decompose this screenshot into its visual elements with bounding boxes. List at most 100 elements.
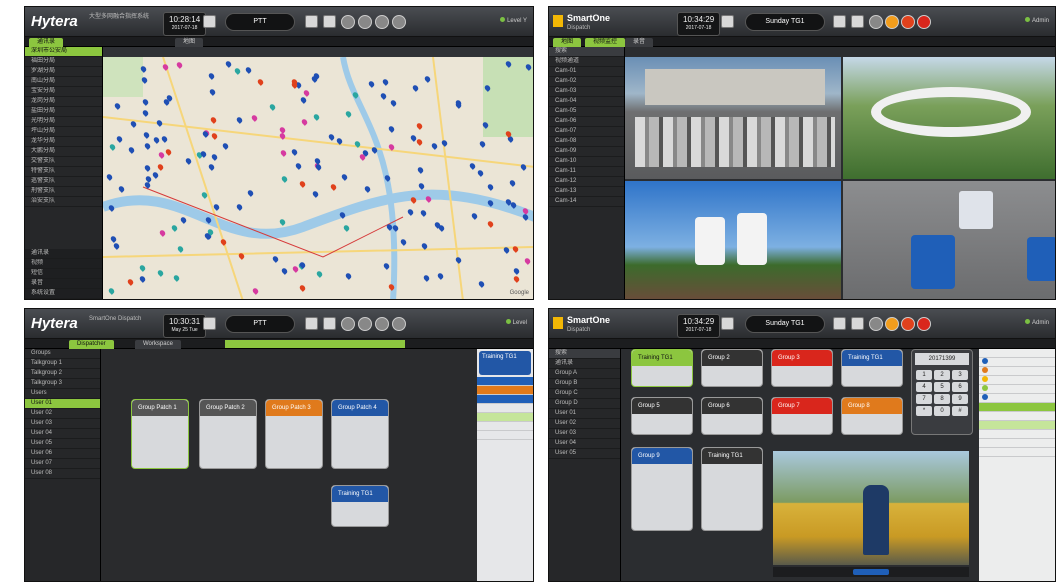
map-pin-icon[interactable] (385, 223, 394, 231)
map-pin-icon[interactable] (156, 163, 165, 171)
map-pin-icon[interactable] (210, 153, 219, 161)
map-pin-icon[interactable] (235, 116, 244, 124)
map-pin-icon[interactable] (417, 182, 426, 190)
tree-item[interactable]: Users (25, 389, 100, 399)
patch-card[interactable]: Group Patch 1 (131, 399, 189, 469)
map-pin-icon[interactable] (204, 216, 213, 224)
map-pin-icon[interactable] (250, 114, 259, 122)
nav-sms[interactable]: 短信 (25, 269, 102, 279)
map-pin-icon[interactable] (523, 257, 532, 265)
video-feed-school-bus[interactable] (773, 451, 969, 565)
map-pin-icon[interactable] (419, 209, 428, 217)
map-pin-icon[interactable] (338, 211, 347, 219)
map-pin-icon[interactable] (477, 280, 486, 288)
tree-item[interactable]: 坪山分局 (25, 127, 102, 137)
keypad-key[interactable]: 6 (952, 382, 968, 392)
patch-card[interactable]: Group Patch 2 (199, 399, 257, 469)
map-pin-icon[interactable] (379, 92, 388, 100)
map-pin-icon[interactable] (212, 203, 221, 211)
tree-item[interactable]: 巡警支队 (25, 177, 102, 187)
map-pin-icon[interactable] (387, 283, 396, 291)
map-pin-icon[interactable] (370, 146, 379, 154)
map-pin-icon[interactable] (200, 191, 209, 199)
search-input[interactable]: 搜索 (549, 47, 624, 57)
tree-item[interactable]: Cam-08 (549, 137, 624, 147)
map-pin-icon[interactable] (519, 163, 528, 171)
map-pin-icon[interactable] (179, 216, 188, 224)
speaker-icon[interactable] (305, 15, 318, 28)
tree-item[interactable]: 刑警支队 (25, 187, 102, 197)
video-feed-water-towers[interactable] (625, 181, 841, 299)
map-pin-icon[interactable] (436, 272, 445, 280)
tree-item[interactable]: User 04 (549, 439, 620, 449)
tree-item[interactable]: 福田分局 (25, 57, 102, 67)
map-pin-icon[interactable] (209, 116, 218, 124)
map-pin-icon[interactable] (221, 142, 230, 150)
map-pin-icon[interactable] (143, 164, 152, 172)
map-pin-icon[interactable] (109, 235, 118, 243)
map-pin-icon[interactable] (141, 98, 150, 106)
map-pin-icon[interactable] (524, 63, 533, 71)
emergency-icon[interactable] (901, 15, 915, 29)
tree-item[interactable]: 治安支队 (25, 197, 102, 207)
emergency-icon[interactable] (901, 317, 915, 331)
tree-item[interactable]: 盐田分局 (25, 107, 102, 117)
map-pin-icon[interactable] (478, 140, 487, 148)
ptt-button[interactable]: PTT (225, 13, 295, 31)
map-pin-icon[interactable] (246, 189, 255, 197)
tree-item[interactable]: User 02 (549, 419, 620, 429)
keypad-key[interactable]: 7 (916, 394, 932, 404)
keypad-key[interactable]: 0 (934, 406, 950, 416)
tree-item[interactable]: 大鹏分局 (25, 147, 102, 157)
keypad-icon[interactable] (203, 15, 216, 28)
map-pin-icon[interactable] (129, 120, 138, 128)
map-pin-icon[interactable] (280, 175, 289, 183)
keypad-key[interactable]: 5 (934, 382, 950, 392)
tree-item[interactable]: User 05 (25, 439, 100, 449)
keypad-key[interactable]: 1 (916, 370, 932, 380)
map-view[interactable]: Google (103, 57, 533, 299)
group-card[interactable]: Group 2 (701, 349, 763, 387)
tree-item[interactable]: Talkgroup 1 (25, 359, 100, 369)
video-feed-parking[interactable] (625, 57, 841, 179)
map-pin-icon[interactable] (486, 199, 495, 207)
map-pin-icon[interactable] (298, 284, 307, 292)
tree-item[interactable]: 宝安分局 (25, 87, 102, 97)
map-pin-icon[interactable] (315, 270, 324, 278)
tree-item[interactable]: Cam-09 (549, 147, 624, 157)
tree-item[interactable]: Cam-07 (549, 127, 624, 137)
call-icon[interactable] (869, 15, 883, 29)
map-pin-icon[interactable] (327, 133, 336, 141)
mute-icon[interactable] (323, 15, 336, 28)
tab-contacts[interactable]: 通讯录 (29, 38, 64, 47)
nav-video[interactable]: 视频 (25, 259, 102, 269)
map-pin-icon[interactable] (335, 137, 344, 145)
map-pin-icon[interactable] (141, 109, 150, 117)
keypad-icon[interactable] (203, 317, 216, 330)
map-pin-icon[interactable] (138, 264, 147, 272)
tree-item[interactable]: 视频通道 (549, 57, 624, 67)
map-pin-icon[interactable] (424, 195, 433, 203)
map-pin-icon[interactable] (344, 272, 353, 280)
tree-item[interactable]: User 03 (25, 419, 100, 429)
message-icon[interactable] (375, 317, 389, 331)
patch-card[interactable]: Group Patch 3 (265, 399, 323, 469)
map-pin-icon[interactable] (299, 96, 308, 104)
map-pin-icon[interactable] (391, 224, 400, 232)
alarm-icon[interactable] (358, 15, 372, 29)
tree-item[interactable]: 交警支队 (25, 157, 102, 167)
map-pin-icon[interactable] (108, 143, 117, 151)
map-pin-icon[interactable] (504, 60, 513, 68)
map-pin-icon[interactable] (416, 166, 425, 174)
map-pin-icon[interactable] (155, 119, 164, 127)
map-pin-icon[interactable] (140, 76, 149, 84)
tree-item[interactable]: Group A (549, 369, 620, 379)
video-feed-highway[interactable] (843, 181, 1055, 299)
map-pin-icon[interactable] (329, 183, 338, 191)
tree-item[interactable]: Cam-01 (549, 67, 624, 77)
map-pin-icon[interactable] (409, 196, 418, 204)
map-pin-icon[interactable] (112, 242, 121, 250)
call-icon[interactable] (341, 317, 355, 331)
map-pin-icon[interactable] (268, 103, 277, 111)
map-pin-icon[interactable] (224, 60, 233, 68)
